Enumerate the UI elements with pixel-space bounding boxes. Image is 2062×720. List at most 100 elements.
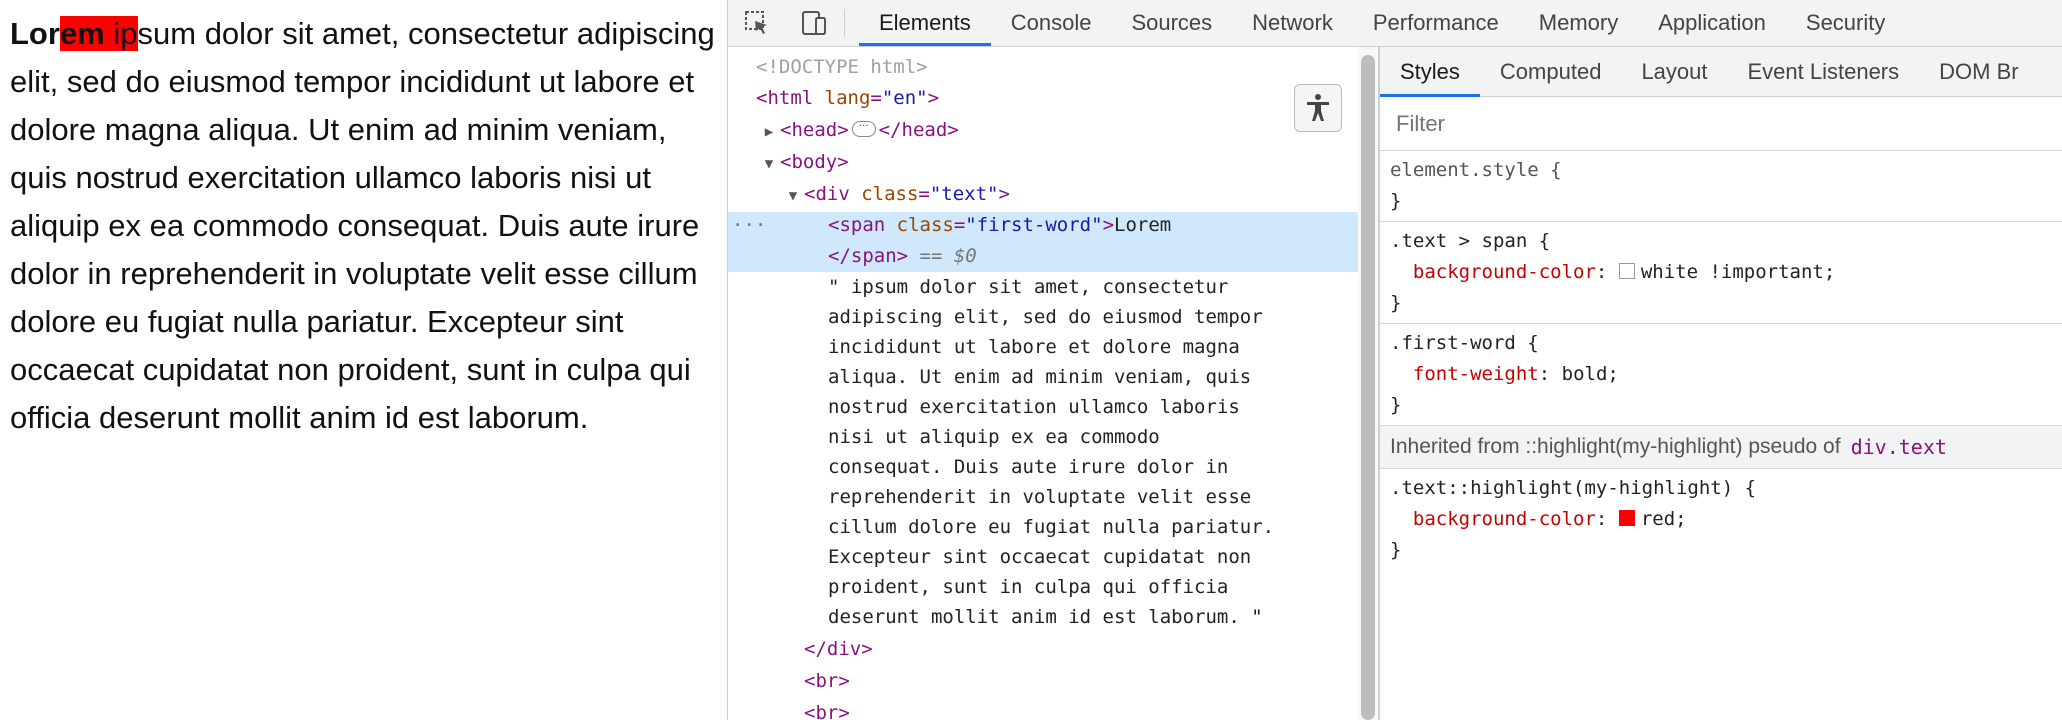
inherited-node-link[interactable]: div.text (1851, 435, 1947, 459)
inspect-element-icon[interactable] (742, 8, 772, 38)
text-node-line[interactable]: incididunt ut labore et dolore magna (828, 332, 1240, 362)
inherited-label: Inherited from ::highlight(my-highlight)… (1390, 435, 1841, 458)
highlight-range-rest: ip (113, 16, 138, 51)
paragraph-rest: sum dolor sit amet, consectetur adipisci… (10, 16, 715, 435)
css-property-value[interactable]: red (1641, 508, 1675, 530)
filter-bar (1380, 97, 2062, 151)
text-node-line[interactable]: " ipsum dolor sit amet, consectetur (828, 272, 1228, 302)
br-node[interactable]: <br> (804, 666, 850, 696)
div-open-tag: <div (804, 183, 850, 205)
span-attr-name: class (885, 214, 954, 236)
color-swatch-icon[interactable] (1618, 509, 1635, 526)
head-open-tag: <head> (780, 119, 849, 141)
css-colon: : (1538, 363, 1562, 385)
doctype-node[interactable]: <!DOCTYPE html> (756, 52, 928, 82)
tab-memory[interactable]: Memory (1519, 0, 1638, 46)
accessibility-tree-button[interactable] (1294, 84, 1342, 132)
highlight-pseudo-rule[interactable]: .text::highlight(my-highlight) { backgro… (1380, 469, 2062, 570)
highlight-range-bold: em (59, 16, 105, 51)
rule-selector: .text::highlight(my-highlight) { (1390, 477, 1757, 499)
tab-event-listeners[interactable]: Event Listeners (1728, 47, 1920, 97)
tab-application[interactable]: Application (1638, 0, 1786, 46)
br-tag: <br> (804, 702, 850, 720)
collapse-triangle-icon[interactable]: ▼ (782, 181, 804, 211)
text-node-line[interactable]: Excepteur sint occaecat cupidatat non (828, 542, 1251, 572)
css-semicolon: ; (1675, 508, 1687, 530)
css-property-value[interactable]: white !important (1641, 261, 1824, 283)
element-style-selector: element.style { (1390, 159, 1562, 181)
tab-elements[interactable]: Elements (859, 0, 991, 46)
collapsed-ellipsis-icon[interactable]: ··· (851, 120, 876, 137)
dom-tree-scrollbar[interactable] (1358, 47, 1378, 720)
head-node[interactable]: ▶ <head> ··· </head> (758, 115, 959, 147)
html-tag-close: > (927, 87, 940, 109)
div-close-node[interactable]: </div> (804, 634, 873, 664)
collapse-triangle-icon[interactable]: ▼ (758, 149, 780, 179)
dom-tree[interactable]: <!DOCTYPE html> <html lang="en"> ▶ <head>… (728, 47, 1358, 720)
html-tag: <html (756, 87, 814, 109)
br-node[interactable]: <br> (804, 698, 850, 720)
tab-performance[interactable]: Performance (1353, 0, 1519, 46)
tab-styles[interactable]: Styles (1380, 47, 1480, 97)
tab-computed[interactable]: Computed (1480, 47, 1622, 97)
tab-security[interactable]: Security (1786, 0, 1905, 46)
rule-selector: .first-word { (1390, 332, 1539, 354)
html-attr-value: "en" (881, 87, 928, 109)
div-attr-name: class (849, 183, 919, 205)
css-property-name[interactable]: font-weight (1413, 363, 1539, 385)
text-span-rule[interactable]: .text > span { background-color: white !… (1380, 222, 2062, 324)
rule-selector: .text > span { (1390, 230, 1551, 252)
node-actions-dots-icon[interactable]: ··· (732, 210, 766, 240)
html-attr-eq: = (870, 87, 882, 109)
css-property-name[interactable]: background-color (1413, 508, 1596, 530)
tab-dom-breakpoints[interactable]: DOM Br (1919, 47, 2038, 97)
styles-filter-input[interactable] (1394, 109, 2038, 138)
div-attr-eq: = (918, 183, 930, 205)
text-node-line[interactable]: aliqua. Ut enim ad minim veniam, quis (828, 362, 1251, 392)
accessibility-icon (1307, 94, 1329, 121)
sidebar-tabs: Styles Computed Layout Event Listeners D… (1380, 47, 2062, 97)
tab-network[interactable]: Network (1232, 0, 1353, 46)
text-node-line[interactable]: consequat. Duis aute irure dolor in (828, 452, 1228, 482)
inherited-section-header: Inherited from ::highlight(my-highlight)… (1380, 426, 2062, 469)
expand-triangle-icon[interactable]: ▶ (758, 117, 780, 147)
rule-close-brace: } (1390, 539, 1402, 561)
text-node-line[interactable]: deserunt mollit anim id est laborum. " (828, 602, 1263, 632)
css-semicolon: ; (1823, 261, 1836, 283)
text-node-line[interactable]: nostrud exercitation ullamco laboris (828, 392, 1240, 422)
scrollbar-thumb[interactable] (1361, 55, 1375, 720)
text-node-line[interactable]: adipiscing elit, sed do eiusmod tempor (828, 302, 1263, 332)
span-tag-close: > (1102, 214, 1115, 236)
css-property-value[interactable]: bold (1562, 363, 1608, 385)
styles-sidebar: Styles Computed Layout Event Listeners D… (1380, 47, 2062, 720)
tab-sources[interactable]: Sources (1111, 0, 1232, 46)
first-word-rule[interactable]: .first-word { font-weight: bold; } (1380, 324, 2062, 426)
toolbar-separator (844, 9, 845, 37)
color-swatch-icon[interactable] (1618, 262, 1635, 279)
device-toolbar-icon[interactable] (798, 8, 828, 38)
span-first-word-node[interactable]: <span class="first-word">Lorem (828, 210, 1171, 240)
first-word-span: Lorem (10, 16, 105, 51)
text-node-line[interactable]: nisi ut aliquip ex ea commodo (828, 422, 1160, 452)
dollar-zero-label: $0 (953, 245, 977, 267)
div-text-node[interactable]: ▼ <div class="text"> (782, 179, 1010, 211)
eq-dollar-prefix: == (908, 245, 954, 267)
text-node-line[interactable]: proident, sunt in culpa qui officia (828, 572, 1228, 602)
devtools-panel: Elements Console Sources Network Perform… (727, 0, 2062, 720)
span-close-line[interactable]: </span> == $0 (828, 241, 977, 271)
devtools-toolbar: Elements Console Sources Network Perform… (728, 0, 2062, 47)
body-node[interactable]: ▼ <body> (758, 147, 849, 179)
text-node-line[interactable]: reprehenderit in voluptate velit esse (828, 482, 1251, 512)
div-tag-close: > (998, 183, 1010, 205)
first-word-plain: Lor (10, 16, 60, 51)
tab-layout[interactable]: Layout (1621, 47, 1727, 97)
html-attr-name: lang (813, 87, 871, 109)
element-style-rule[interactable]: element.style { } (1380, 151, 2062, 222)
page-preview: Lorem ipsum dolor sit amet, consectetur … (0, 0, 727, 720)
css-colon: : (1595, 261, 1619, 283)
css-property-name[interactable]: background-color (1413, 261, 1596, 283)
text-node-line[interactable]: cillum dolore eu fugiat nulla pariatur. (828, 512, 1274, 542)
span-open-tag: <span (828, 214, 886, 236)
tab-console[interactable]: Console (991, 0, 1112, 46)
html-node[interactable]: <html lang="en"> (756, 83, 939, 113)
